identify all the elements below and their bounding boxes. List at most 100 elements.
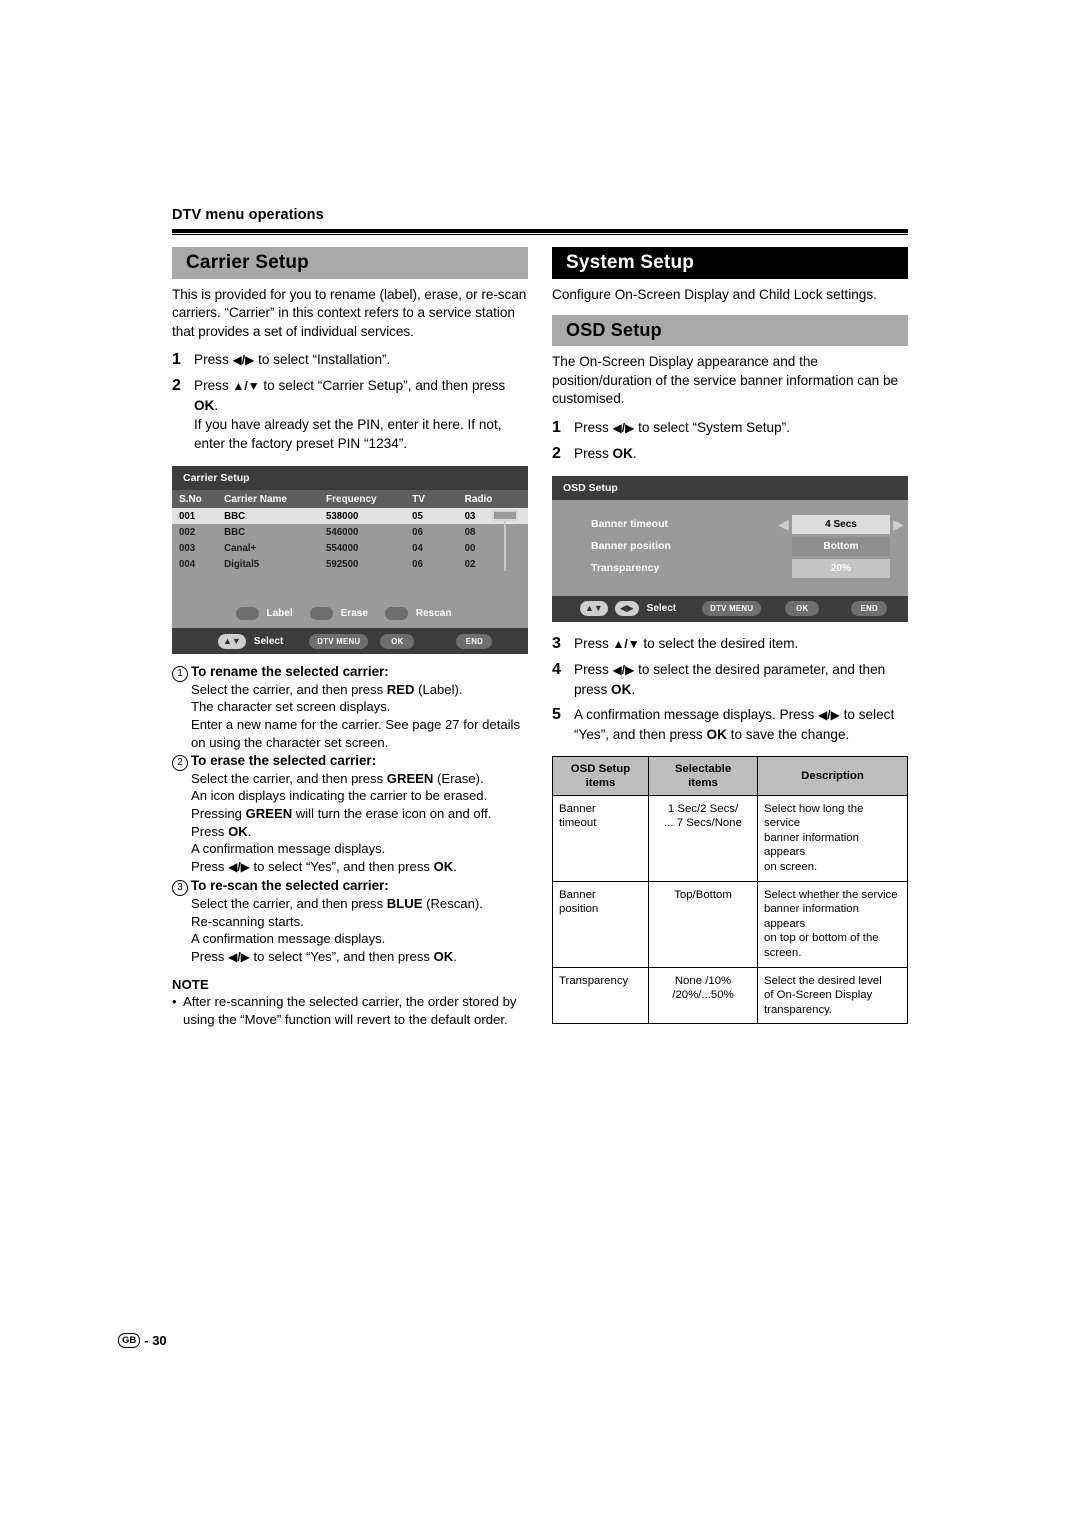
ok-button[interactable]: OK xyxy=(380,633,415,649)
section-heading-carrier-setup: Carrier Setup xyxy=(172,247,528,279)
end-button[interactable]: END xyxy=(456,633,493,649)
setting-label: Transparency xyxy=(591,562,660,575)
osd-setup-osd-screenshot: OSD Setup Banner timeout ◀ 4 Secs ▶ Bann… xyxy=(552,475,908,622)
circle-number-2: 2 xyxy=(172,755,188,772)
header-rule-thick xyxy=(172,229,908,233)
cell-name: Digital5 xyxy=(224,558,260,570)
procedure-line: Select the carrier, and then press BLUE … xyxy=(191,895,483,911)
cell-freq: 554000 xyxy=(326,542,359,554)
note-heading: NOTE xyxy=(172,977,209,993)
scrollbar-thumb[interactable] xyxy=(492,510,518,522)
header-line: Description xyxy=(801,769,864,782)
color-button-label-label: Label xyxy=(266,607,293,619)
osd-setup-steps-top: 1 Press ◀/▶ to select “System Setup”. 2 … xyxy=(552,418,908,463)
osd-spacer xyxy=(172,572,528,600)
column-header-tv: TV xyxy=(405,490,458,509)
arrow-glyphs: ▲/▼ xyxy=(612,636,640,651)
scrollbar[interactable] xyxy=(492,510,518,572)
step-1: 1 Press ◀/▶ to select “System Setup”. xyxy=(552,418,908,438)
header-line: items xyxy=(585,776,616,789)
system-setup-intro: Configure On-Screen Display and Child Lo… xyxy=(552,287,877,302)
bullet-icon: • xyxy=(172,994,177,1010)
blue-button-icon[interactable] xyxy=(384,606,408,620)
color-button-label-erase: Erase xyxy=(340,607,368,619)
step-1: 1 Press ◀/▶ to select “Installation”. xyxy=(172,350,528,370)
table-row[interactable]: 001 BBC 538000 05 03 xyxy=(172,508,528,525)
scrollbar-track[interactable] xyxy=(504,521,506,572)
procedure-text: To erase the selected carrier: Select th… xyxy=(191,752,491,876)
osd-setting-row-banner-position[interactable]: Banner position Bottom xyxy=(552,536,908,557)
carrier-procedures-list: 1 To rename the selected carrier: Select… xyxy=(172,663,528,966)
dtv-menu-button[interactable]: DTV MENU xyxy=(702,601,762,617)
end-button[interactable]: END xyxy=(851,601,888,617)
step-4: 4 Press ◀/▶ to select the desired parame… xyxy=(552,660,908,699)
page-number: - 30 xyxy=(144,1333,167,1348)
right-arrow-icon[interactable]: ▶ xyxy=(890,517,907,531)
cell-sno: 002 xyxy=(179,526,196,538)
table-header-row: OSD Setup items Selectable items Descrip… xyxy=(552,755,908,796)
dtv-menu-button[interactable]: DTV MENU xyxy=(309,633,369,649)
circled-marker: 1 xyxy=(172,663,191,751)
procedure-line: Enter a new name for the carrier. See pa… xyxy=(191,717,520,750)
step-text-before: Press xyxy=(574,635,613,651)
procedure-heading: To re-scan the selected carrier: xyxy=(191,878,389,894)
note-text: After re-scanning the selected carrier, … xyxy=(183,994,517,1028)
ok-button[interactable]: OK xyxy=(785,601,820,617)
cell-line: 1 Sec/2 Secs/ xyxy=(667,802,739,815)
step-text: Press OK. xyxy=(574,445,637,461)
procedure-text: To rename the selected carrier: Select t… xyxy=(191,663,528,751)
setting-value[interactable]: Bottom xyxy=(792,536,890,556)
cell-tv: 05 xyxy=(405,508,458,525)
osd-setup-intro: The On-Screen Display appearance and the… xyxy=(552,354,899,407)
section-heading-system-setup: System Setup xyxy=(552,247,908,279)
osd-setting-row-transparency[interactable]: Transparency 20% xyxy=(552,558,908,579)
carrier-setup-steps: 1 Press ◀/▶ to select “Installation”. 2 … xyxy=(172,350,528,453)
osd-footer-bar: ▲▼ ◀▶ Select DTV MENU OK END xyxy=(552,595,908,622)
cell-line: Select the desired level xyxy=(764,974,882,987)
left-arrow-icon[interactable]: ◀ xyxy=(775,517,792,531)
step-number: 1 xyxy=(552,418,561,436)
cell-line: /20%/...50% xyxy=(672,989,734,1002)
step-text: Press ◀/▶ to select “System Setup”. xyxy=(574,418,790,438)
left-column: Carrier Setup This is provided for you t… xyxy=(172,247,528,1029)
table-row[interactable]: 004 Digital5 592500 06 02 xyxy=(172,556,528,572)
setting-label: Banner position xyxy=(591,540,671,553)
table-row[interactable]: 003 Canal+ 554000 04 00 xyxy=(172,540,528,556)
table-row: Banner position Top/Bottom Select whethe… xyxy=(552,880,908,968)
osd-setting-row-banner-timeout[interactable]: Banner timeout ◀ 4 Secs ▶ xyxy=(552,514,908,535)
step-text: Press ▲/▼ to select the desired item. xyxy=(574,634,798,654)
osd-footer-bar: ▲▼ Select DTV MENU OK END xyxy=(172,628,528,655)
green-button-icon[interactable] xyxy=(309,606,333,620)
procedure-line: Select the carrier, and then press RED (… xyxy=(191,681,463,697)
cell-sno: 003 xyxy=(179,542,196,554)
cell-tv: 04 xyxy=(412,542,423,554)
running-head: DTV menu operations xyxy=(172,207,324,223)
left-right-arrow-icon: ◀▶ xyxy=(614,601,639,617)
setting-value[interactable]: 20% xyxy=(792,558,890,578)
cell-freq: 546000 xyxy=(326,526,359,538)
cell-selectable-items: Top/Bottom xyxy=(648,880,758,968)
procedure-line: The character set screen displays. xyxy=(191,699,391,715)
red-button-icon[interactable] xyxy=(235,606,259,620)
cell-line: screen. xyxy=(764,946,802,959)
up-down-arrow-icon: ▲▼ xyxy=(218,633,246,649)
step-number: 5 xyxy=(552,705,561,723)
cell-line: Banner xyxy=(559,888,596,901)
osd-title-bar: Carrier Setup xyxy=(172,466,528,491)
circle-number-3: 3 xyxy=(172,880,188,897)
step-5: 5 A confirmation message displays. Press… xyxy=(552,705,908,744)
step-text-before: Press xyxy=(194,352,233,368)
carrier-setup-intro: This is provided for you to rename (labe… xyxy=(172,287,527,339)
arrow-glyphs: ◀/▶ xyxy=(818,707,840,722)
procedure-line: Press ◀/▶ to select “Yes”, and then pres… xyxy=(191,858,457,874)
table-row[interactable]: 002 BBC 546000 06 08 xyxy=(172,524,528,540)
list-item: 2 To erase the selected carrier: Select … xyxy=(172,752,528,876)
color-button-label-rescan: Rescan xyxy=(415,607,452,619)
osd-setup-spec-table: OSD Setup items Selectable items Descrip… xyxy=(552,755,908,1025)
step-text: Press ▲/▼ to select “Carrier Setup”, and… xyxy=(194,376,528,453)
carrier-list-table: S.No Carrier Name Frequency TV Radio 001… xyxy=(172,490,528,572)
cell-line: Transparency xyxy=(559,974,629,987)
cell-line: Select how long the service xyxy=(764,802,864,830)
header-line: OSD Setup xyxy=(570,762,631,775)
setting-value[interactable]: 4 Secs xyxy=(792,514,890,534)
